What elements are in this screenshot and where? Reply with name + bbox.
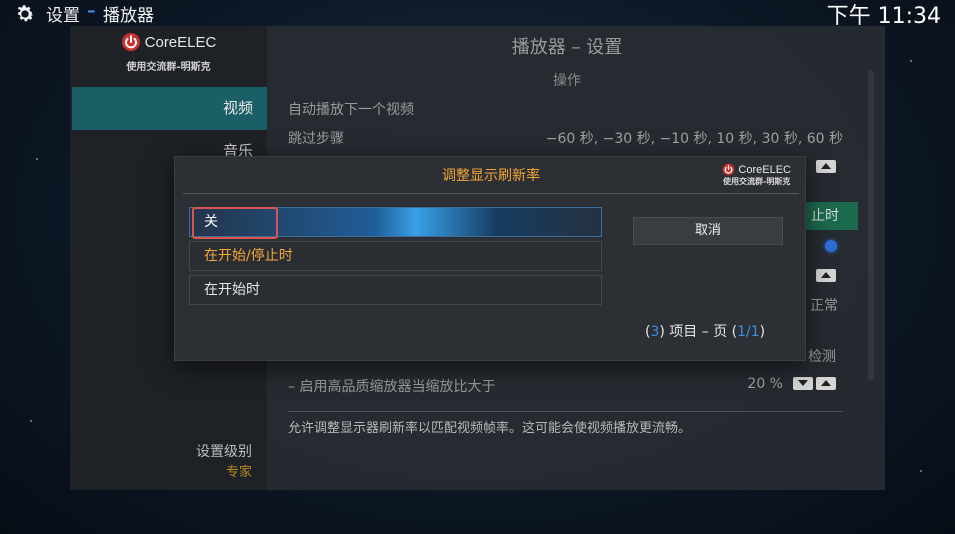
setting-value-peek[interactable]: 止时 — [803, 202, 858, 230]
breadcrumb-settings: 设置 — [46, 6, 80, 26]
panel-title: 播放器 – 设置 — [511, 37, 623, 58]
setting-row-upscaler[interactable]: – 启用高品质缩放器当缩放比大于 20 % — [288, 376, 843, 396]
breadcrumb-player: 播放器 — [103, 6, 154, 26]
setting-row-skip-steps[interactable]: 跳过步骤 −60 秒, −30 秒, −10 秒, 10 秒, 30 秒, 60… — [288, 128, 843, 148]
coreelec-logo: CoreELEC 使用交流群-明斯克 — [70, 32, 267, 73]
pager-text: ) 项目 – 页 ( — [659, 324, 738, 340]
background-star — [920, 470, 922, 472]
setting-value: 20 % — [747, 376, 783, 392]
background-star — [36, 158, 38, 160]
settings-level-label[interactable]: 设置级别 — [72, 441, 252, 461]
spin-up-icon[interactable] — [816, 269, 836, 282]
cancel-button[interactable]: 取消 — [633, 217, 783, 245]
scrollbar[interactable] — [868, 70, 874, 380]
setting-value: −60 秒, −30 秒, −10 秒, 10 秒, 30 秒, 60 秒 — [545, 131, 843, 147]
sidebar-item-video[interactable]: 视频 — [72, 87, 267, 130]
option-off[interactable]: 关 — [189, 207, 602, 237]
setting-description: 允许调整显示器刷新率以匹配视频帧率。这可能会使视频播放更流畅。 — [288, 421, 692, 436]
logo-subtitle: 使用交流群-明斯克 — [126, 62, 211, 73]
refresh-rate-dialog: 调整显示刷新率 CoreELEC 使用交流群-明斯克 关 在开始/停止时 在开始… — [174, 156, 806, 361]
spin-up-icon[interactable] — [816, 377, 836, 390]
setting-row-autoplay[interactable]: 自动播放下一个视频 — [288, 99, 843, 119]
pager-close: ) — [759, 324, 766, 340]
gear-icon[interactable] — [14, 3, 36, 25]
radio-dot-icon[interactable] — [825, 240, 837, 252]
background-star — [910, 60, 912, 62]
background-star — [30, 420, 32, 422]
settings-level-value: 专家 — [225, 465, 252, 480]
divider — [288, 411, 843, 412]
breadcrumb-separator: – — [87, 1, 96, 21]
logo-text: CoreELEC — [144, 33, 217, 51]
dialog-title: 调整显示刷新率 — [442, 168, 540, 184]
spin-down-icon[interactable] — [793, 377, 813, 390]
setting-value-peek: 检测 — [808, 349, 836, 365]
option-start[interactable]: 在开始时 — [189, 275, 602, 305]
dialog-divider — [183, 193, 799, 194]
option-start-stop[interactable]: 在开始/停止时 — [189, 241, 602, 271]
top-bar: 设置 – 播放器 下午 11:34 — [0, 0, 955, 29]
setting-value-peek: 正常 — [810, 298, 838, 314]
dialog-logo-subtitle: 使用交流群-明斯克 — [723, 177, 791, 186]
pager: (3) 项目 – 页 (1/1) — [645, 321, 765, 341]
setting-label: – 启用高品质缩放器当缩放比大于 — [288, 379, 496, 395]
dialog-logo-text: CoreELEC — [738, 163, 791, 176]
pager-page: 1/1 — [737, 324, 760, 340]
section-heading: 操作 — [553, 73, 581, 89]
dialog-logo: CoreELEC 使用交流群-明斯克 — [722, 163, 791, 187]
power-icon — [121, 33, 140, 51]
setting-label: 跳过步骤 — [288, 131, 344, 147]
spin-up-icon[interactable] — [816, 160, 836, 173]
power-icon — [723, 163, 735, 176]
setting-label: 自动播放下一个视频 — [288, 102, 414, 118]
